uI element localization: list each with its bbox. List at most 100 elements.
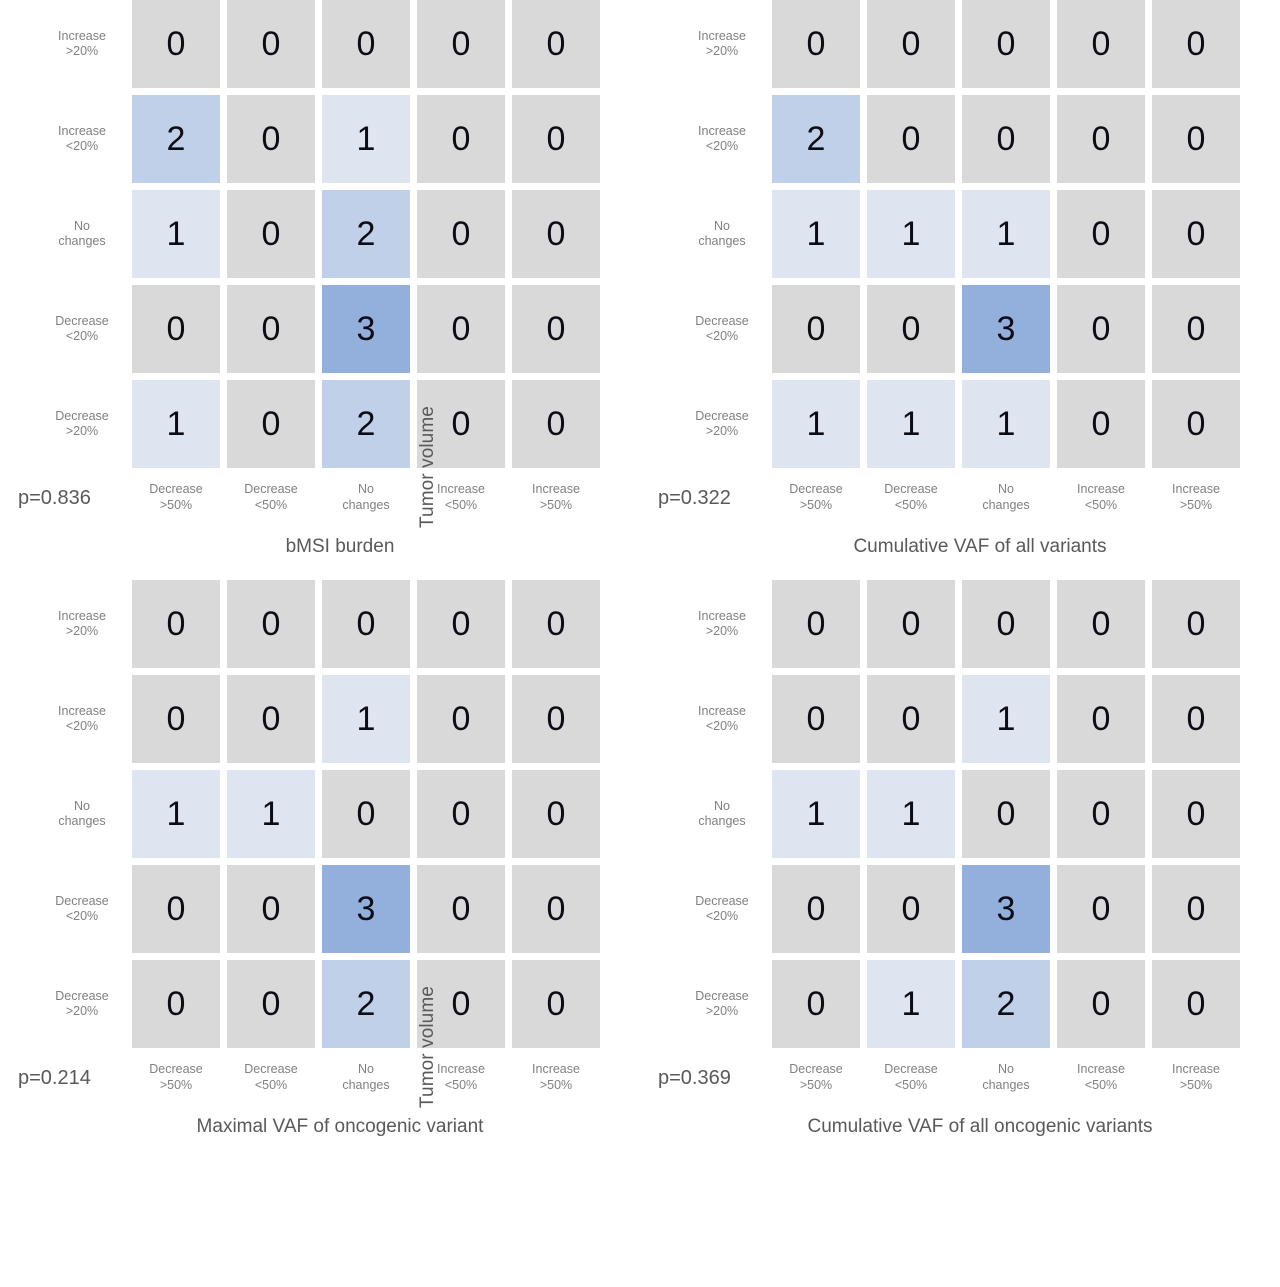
column-label: No changes — [962, 1061, 1050, 1101]
row-label-line-2: <20% — [65, 329, 99, 343]
row-label-line-2: <20% — [705, 909, 739, 923]
heatmap-cell: 0 — [962, 770, 1050, 858]
column-label-line-1: Increase — [1172, 1062, 1220, 1076]
heatmap-cell: 0 — [1057, 190, 1145, 278]
heatmap-cell: 0 — [512, 580, 600, 668]
row-label: Decrease <20% — [676, 865, 768, 953]
heatmap-panel-1: Tumor volume Increase >20% Increase <20% No ch… — [417, 0, 1280, 580]
row-label-line-2: >20% — [65, 1004, 99, 1018]
row-label-line-1: Decrease — [695, 894, 749, 908]
heatmap-cell: 0 — [512, 0, 600, 88]
column-label-line-2: >50% — [1179, 498, 1213, 512]
row-label-line-1: No — [714, 219, 730, 233]
heatmap-cell: 3 — [962, 285, 1050, 373]
heatmap-cell: 0 — [1057, 865, 1145, 953]
column-label-line-1: Increase — [532, 482, 580, 496]
row-label-column: Increase >20% Increase <20% No changes Decreas… — [676, 0, 768, 475]
heatmap-cell: 0 — [1152, 960, 1240, 1048]
heatmap-cell: 0 — [227, 190, 315, 278]
heatmap-cell: 0 — [512, 770, 600, 858]
column-label-line-1: Decrease — [884, 1062, 938, 1076]
column-label: Decrease >50% — [132, 1061, 220, 1101]
heatmap-cell: 0 — [772, 0, 860, 88]
column-label: Decrease >50% — [772, 1061, 860, 1101]
column-label-line-2: <50% — [254, 1078, 288, 1092]
heatmap-cell: 0 — [772, 960, 860, 1048]
column-label-line-1: Increase — [437, 1062, 485, 1076]
column-label-line-1: Decrease — [789, 482, 843, 496]
row-label-line-1: Increase — [698, 29, 746, 43]
column-label-line-1: Decrease — [244, 1062, 298, 1076]
heatmap-cell: 0 — [512, 865, 600, 953]
column-label: No changes — [322, 481, 410, 521]
row-label-line-1: No — [74, 799, 90, 813]
row-label-line-1: Decrease — [55, 314, 109, 328]
x-axis-title: Maximal VAF of oncogenic variant — [196, 1116, 484, 1137]
heatmap-cell: 0 — [227, 0, 315, 88]
row-label-line-1: Decrease — [695, 989, 749, 1003]
heatmap-cell: 0 — [417, 580, 505, 668]
y-axis-title-wrapper: Tumor volume — [417, 0, 670, 528]
row-label-line-1: Increase — [698, 609, 746, 623]
heatmap-cell: 2 — [772, 95, 860, 183]
row-label-column: Increase >20% Increase <20% No changes Decreas… — [676, 580, 768, 1055]
heatmap-cell: 0 — [512, 190, 600, 278]
heatmap-cell: 0 — [867, 285, 955, 373]
row-label-line-1: Decrease — [55, 409, 109, 423]
row-label-line-2: changes — [698, 234, 746, 248]
heatmap-cell: 0 — [227, 380, 315, 468]
column-label-line-2: <50% — [1084, 1078, 1118, 1092]
row-label-line-2: <20% — [705, 139, 739, 153]
p-value-annotation: p=0.369 — [658, 1067, 731, 1089]
heatmap-cell: 0 — [132, 675, 220, 763]
heatmap-cell: 0 — [1152, 380, 1240, 468]
heatmap-cell: 0 — [512, 380, 600, 468]
heatmap-cell: 3 — [322, 865, 410, 953]
p-value-annotation: p=0.836 — [18, 487, 91, 509]
row-label-line-1: Increase — [58, 29, 106, 43]
row-label-line-1: Decrease — [695, 409, 749, 423]
x-axis-title: Cumulative VAF of all variants — [853, 536, 1107, 557]
column-label: Decrease <50% — [867, 481, 955, 521]
row-label-line-2: changes — [58, 814, 106, 828]
heatmap-grid: 0000020000111000030011100 — [772, 0, 1252, 475]
heatmap-cell: 0 — [132, 285, 220, 373]
column-label-line-2: <50% — [254, 498, 288, 512]
heatmap-cell: 0 — [227, 580, 315, 668]
heatmap-panel-3: Tumor volume Increase >20% Increase <20% No ch… — [417, 580, 1280, 1160]
heatmap-cell: 0 — [417, 95, 505, 183]
heatmap-cell: 0 — [227, 960, 315, 1048]
row-label: Decrease >20% — [36, 960, 128, 1048]
row-label-line-2: >20% — [705, 624, 739, 638]
heatmap-cell: 3 — [322, 285, 410, 373]
row-label-line-2: changes — [58, 234, 106, 248]
p-value-annotation: p=0.214 — [18, 1067, 91, 1089]
y-axis-title-wrapper: Tumor volume — [417, 580, 670, 1108]
row-label-column: Increase >20% Increase <20% No changes Decreas… — [36, 0, 128, 475]
column-label: No changes — [322, 1061, 410, 1101]
heatmap-cell: 0 — [867, 95, 955, 183]
row-label-line-2: <20% — [705, 329, 739, 343]
row-label: Decrease >20% — [36, 380, 128, 468]
column-label: Increase >50% — [512, 1061, 600, 1101]
column-label-row: Decrease >50% Decrease <50% No changes Increas… — [132, 481, 612, 525]
column-label-line-1: No — [998, 482, 1014, 496]
row-label-line-2: >20% — [705, 424, 739, 438]
row-label: Increase <20% — [36, 95, 128, 183]
heatmap-cell: 0 — [1152, 285, 1240, 373]
column-label: Increase >50% — [1152, 481, 1240, 521]
heatmap-cell: 0 — [512, 95, 600, 183]
column-label-line-1: Decrease — [789, 1062, 843, 1076]
heatmap-cell: 0 — [1057, 380, 1145, 468]
row-label-line-1: No — [74, 219, 90, 233]
row-label: Decrease <20% — [36, 865, 128, 953]
heatmap-cell: 0 — [132, 0, 220, 88]
heatmap-cell: 1 — [322, 95, 410, 183]
heatmap-cell: 0 — [867, 865, 955, 953]
column-label-line-2: >50% — [159, 1078, 193, 1092]
heatmap-cell: 1 — [227, 770, 315, 858]
column-label-line-1: Decrease — [149, 1062, 203, 1076]
row-label: Decrease <20% — [36, 285, 128, 373]
row-label: Increase >20% — [676, 0, 768, 88]
row-label: Increase <20% — [676, 675, 768, 763]
